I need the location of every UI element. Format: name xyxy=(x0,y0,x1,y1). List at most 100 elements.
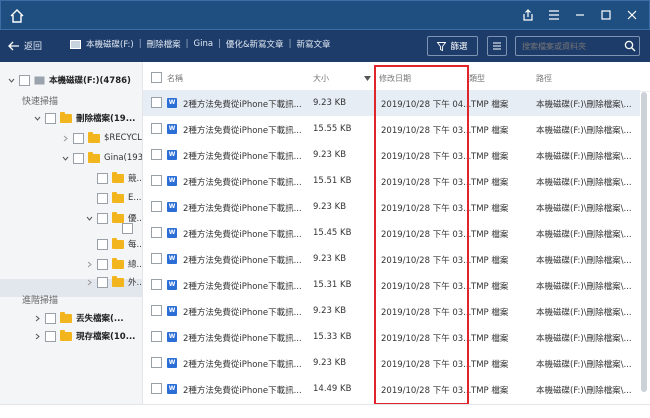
search-icon[interactable] xyxy=(624,40,636,52)
tree-item-gina[interactable]: Gina(1935) xyxy=(62,148,142,168)
row-path: 本機磁碟(F:)\刪除檔案\... xyxy=(536,308,632,318)
chevron-right-icon[interactable] xyxy=(86,261,93,268)
chevron-right-icon[interactable] xyxy=(86,279,93,286)
tree-item-f1[interactable]: 競... xyxy=(97,168,142,188)
checkbox[interactable] xyxy=(73,132,84,144)
checkbox[interactable] xyxy=(73,152,84,164)
chevron-down-icon[interactable] xyxy=(62,155,69,162)
tree-item-deleted-files[interactable]: 刪除檔案(19... xyxy=(34,108,135,128)
row-checkbox[interactable] xyxy=(151,201,162,212)
row-size: 9.23 KB xyxy=(313,98,347,108)
tree-label-deleted-files: 刪除檔案(19... xyxy=(76,114,136,124)
checkbox[interactable] xyxy=(97,192,108,204)
row-checkbox[interactable] xyxy=(151,149,162,160)
row-checkbox[interactable] xyxy=(151,97,162,108)
search-input[interactable] xyxy=(515,36,640,56)
select-all-checkbox[interactable] xyxy=(151,72,162,83)
sort-down-icon[interactable] xyxy=(364,76,371,81)
row-checkbox[interactable] xyxy=(151,305,162,316)
share-icon[interactable] xyxy=(521,8,535,22)
chevron-down-icon[interactable] xyxy=(8,77,15,84)
folder-icon xyxy=(112,257,124,269)
scrollbar[interactable] xyxy=(640,92,648,404)
word-file-icon: W xyxy=(167,150,177,160)
column-header-size[interactable]: 大小 xyxy=(313,73,329,84)
checkbox[interactable] xyxy=(45,312,56,324)
row-name: 2種方法免費從iPhone下載訊... xyxy=(183,204,302,214)
checkbox[interactable] xyxy=(97,238,108,250)
row-checkbox[interactable] xyxy=(151,253,162,264)
checkbox[interactable] xyxy=(97,212,108,224)
tree-label-f6: 外... xyxy=(128,278,143,288)
folder-icon xyxy=(88,131,100,143)
column-header-path[interactable]: 路徑 xyxy=(536,73,552,84)
row-name: 2種方法免費從iPhone下載訊... xyxy=(183,178,302,188)
title-bar xyxy=(0,0,650,30)
back-button[interactable]: 返回 xyxy=(8,39,42,52)
breadcrumb-item-optimize[interactable]: 優化&新寫文章 xyxy=(226,38,284,50)
row-checkbox[interactable] xyxy=(151,357,162,368)
row-name: 2種方法免費從iPhone下載訊... xyxy=(183,386,302,396)
checkbox[interactable] xyxy=(122,222,133,234)
folder-icon xyxy=(60,111,72,123)
row-checkbox[interactable] xyxy=(151,279,162,290)
breadcrumb-item-deleted[interactable]: 刪除檔案 xyxy=(147,38,181,50)
home-icon[interactable] xyxy=(9,8,25,24)
row-name: 2種方法免費從iPhone下載訊... xyxy=(183,334,302,344)
menu-icon[interactable] xyxy=(547,8,561,22)
tree-item-existing-files[interactable]: 現存檔案(10... xyxy=(34,326,135,346)
deep-scan-heading: 進階掃描 xyxy=(22,296,59,306)
row-checkbox[interactable] xyxy=(151,331,162,342)
word-file-icon: W xyxy=(167,98,177,108)
filter-button[interactable]: 篩選 xyxy=(427,36,478,56)
row-path: 本機磁碟(F:)\刪除檔案\... xyxy=(536,204,632,214)
row-checkbox[interactable] xyxy=(151,227,162,238)
tree-item-f2[interactable]: E... xyxy=(97,188,141,208)
tree-item-f3[interactable]: 優... xyxy=(86,208,142,228)
checkbox[interactable] xyxy=(97,258,108,270)
column-header-name[interactable]: 名稱 xyxy=(167,73,183,84)
tree-item-drive[interactable]: 本機磁碟(F:)(4786) xyxy=(8,70,131,90)
tree-item-recycle[interactable]: $RECYCL... xyxy=(62,128,142,148)
row-checkbox[interactable] xyxy=(151,123,162,134)
tree-item-lost-files[interactable]: 丟失檔案(... xyxy=(34,308,124,328)
minimize-icon[interactable] xyxy=(573,8,587,22)
row-checkbox[interactable] xyxy=(151,383,162,394)
checkbox[interactable] xyxy=(45,112,56,124)
checkbox[interactable] xyxy=(45,330,56,342)
breadcrumb: 本機磁碟(F:) | 刪除檔案 | Gina | 優化&新寫文章 | 新寫文章 xyxy=(70,38,330,50)
scrollbar-thumb[interactable] xyxy=(641,92,647,392)
folder-icon xyxy=(112,275,124,287)
chevron-right-icon[interactable] xyxy=(62,135,69,142)
breadcrumb-item-gina[interactable]: Gina xyxy=(194,39,214,49)
row-type: TMP 檔案 xyxy=(471,308,509,318)
row-size: 15.51 KB xyxy=(313,176,352,186)
view-toggle-button[interactable] xyxy=(487,36,507,56)
row-checkbox[interactable] xyxy=(151,175,162,186)
maximize-icon[interactable] xyxy=(599,8,613,22)
tree-item-f6[interactable]: 外... xyxy=(86,272,143,292)
breadcrumb-separator: | xyxy=(288,39,292,49)
row-size: 9.23 KB xyxy=(313,150,347,160)
column-header-type[interactable]: 類型 xyxy=(469,73,485,84)
row-path: 本機磁碟(F:)\刪除檔案\... xyxy=(536,360,632,370)
chevron-down-icon[interactable] xyxy=(86,215,93,222)
tree-label-drive: 本機磁碟(F:)(4786) xyxy=(49,76,131,86)
checkbox[interactable] xyxy=(97,172,108,184)
tree-item-f5[interactable]: 總... xyxy=(86,254,142,274)
chevron-right-icon[interactable] xyxy=(34,333,41,340)
row-type: TMP 檔案 xyxy=(471,126,509,136)
row-size: 14.49 KB xyxy=(313,384,352,394)
row-name: 2種方法免費從iPhone下載訊... xyxy=(183,360,302,370)
tree-item-f4[interactable]: 每... xyxy=(97,234,142,254)
checkbox[interactable] xyxy=(19,74,30,86)
breadcrumb-item-new-articles[interactable]: 新寫文章 xyxy=(296,38,330,50)
breadcrumb-item-drive[interactable]: 本機磁碟(F:) xyxy=(86,38,134,50)
chevron-right-icon[interactable] xyxy=(34,315,41,322)
close-icon[interactable] xyxy=(625,8,639,22)
row-type: TMP 檔案 xyxy=(471,360,509,370)
row-type: TMP 檔案 xyxy=(471,178,509,188)
row-type: TMP 檔案 xyxy=(471,386,509,396)
checkbox[interactable] xyxy=(97,276,108,288)
chevron-down-icon[interactable] xyxy=(34,115,41,122)
